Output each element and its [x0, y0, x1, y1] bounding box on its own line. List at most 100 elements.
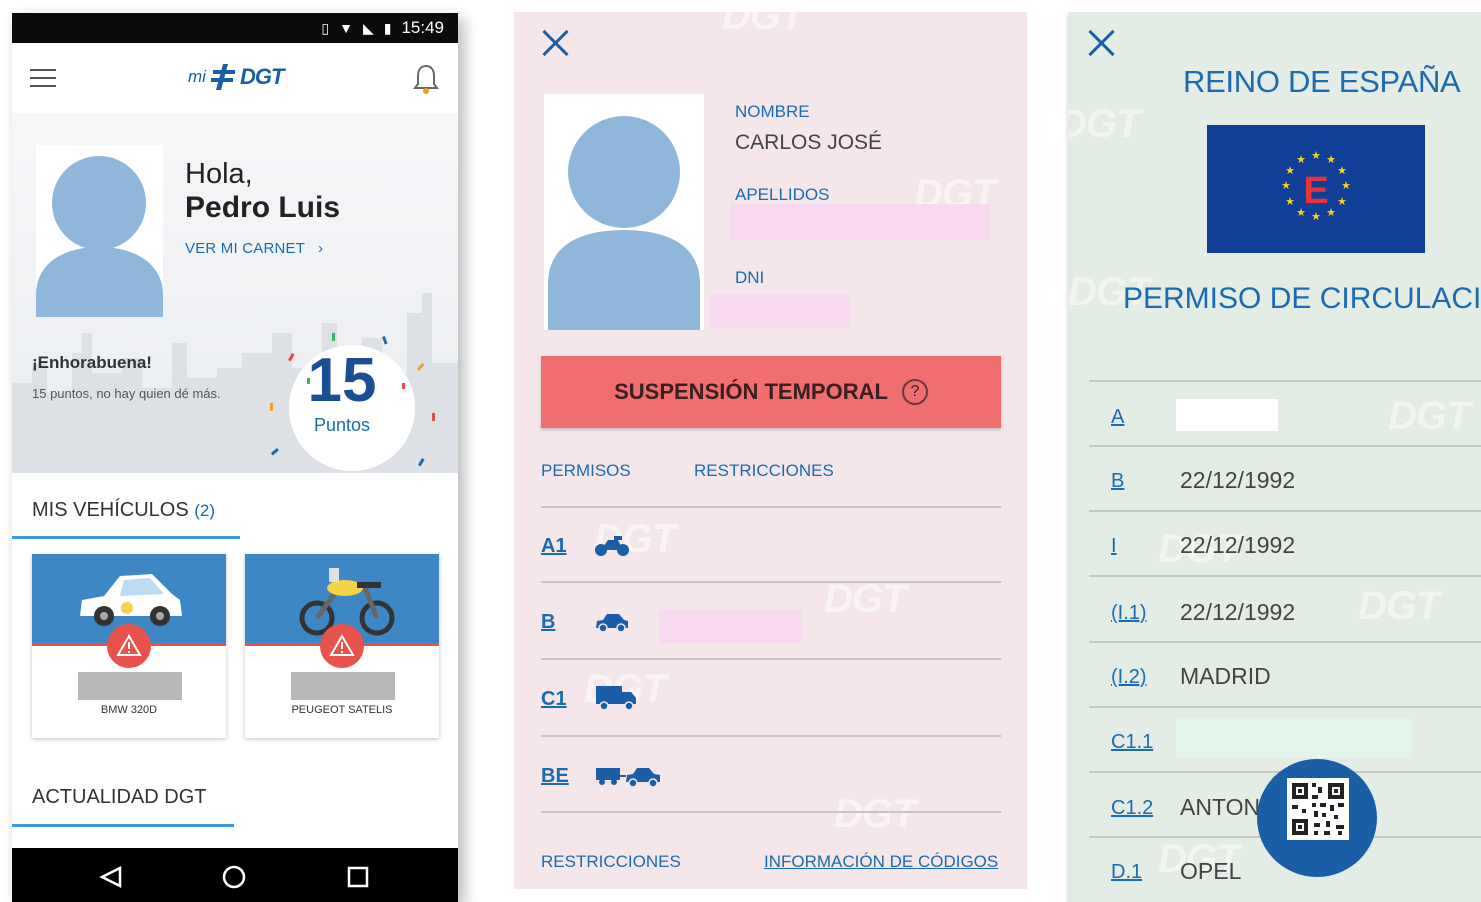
bell-icon[interactable] — [412, 63, 440, 95]
dgt-watermark: DGT — [824, 577, 906, 621]
name-label: NOMBRE — [735, 102, 810, 121]
svg-text:★: ★ — [1311, 149, 1321, 162]
status-bar: ▯ ▼ ◣ ▮ 15:49 — [12, 13, 458, 43]
logo-dgt: DGT — [239, 64, 284, 89]
svg-text:★: ★ — [1285, 164, 1295, 177]
plate-redacted — [78, 672, 182, 700]
vehicle-card-peugeot[interactable]: PEUGEOT SATELIS — [245, 554, 439, 738]
field-code[interactable]: (I.2) — [1111, 666, 1147, 689]
divider — [541, 581, 1001, 583]
android-nav-bar — [12, 848, 458, 902]
tab-permits[interactable]: PERMISOS — [541, 461, 631, 481]
class-b-redacted — [659, 610, 801, 643]
menu-icon[interactable] — [30, 69, 56, 87]
tab-restrictions[interactable]: RESTRICCIONES — [694, 461, 834, 481]
field-code[interactable]: A — [1111, 406, 1124, 429]
circulation-permit-card: DGT DGT DGT DGT DGT DGT REINO DE ESPAÑA … — [1068, 12, 1481, 902]
profile-section: Hola, Pedro Luis VER MI CARNET › ¡Enhora… — [12, 113, 458, 491]
divider — [541, 811, 1001, 813]
logo-mi: mi — [188, 67, 206, 86]
svg-text:★: ★ — [1337, 195, 1347, 208]
divider — [1089, 445, 1481, 447]
news-title[interactable]: ACTUALIDAD DGT — [32, 786, 206, 809]
dgt-watermark: DGT — [1358, 584, 1440, 628]
field-code[interactable]: D.1 — [1111, 861, 1142, 884]
view-card-label: VER MI CARNET — [185, 240, 305, 257]
close-icon[interactable] — [540, 28, 570, 58]
vibrate-icon: ▯ — [321, 19, 330, 36]
class-code-a1[interactable]: A1 — [541, 535, 567, 558]
field-code[interactable]: B — [1111, 470, 1124, 493]
plate-redacted — [291, 672, 395, 700]
country-title: REINO DE ESPAÑA — [1183, 64, 1461, 99]
trailer-car-icon — [596, 768, 660, 788]
motorcycle-icon — [595, 536, 629, 556]
field-value: 22/12/1992 — [1180, 532, 1296, 558]
news-section: ACTUALIDAD DGT — [12, 758, 458, 848]
svg-text:★: ★ — [1341, 179, 1351, 192]
qr-code-button[interactable] — [1257, 759, 1377, 877]
divider — [541, 506, 1001, 508]
field-value: MADRID — [1180, 663, 1271, 689]
field-code[interactable]: C1.1 — [1111, 731, 1153, 754]
dgt-watermark: DGT — [1388, 394, 1470, 438]
divider — [541, 658, 1001, 660]
divider — [1089, 706, 1481, 708]
status-time: 15:49 — [401, 18, 444, 37]
svg-text:★: ★ — [1285, 195, 1295, 208]
divider — [1089, 575, 1481, 577]
field-value: 22/12/1992 — [1180, 467, 1296, 493]
flag-letter: E — [1303, 170, 1328, 212]
field-value: 22/12/1992 — [1180, 599, 1296, 625]
field-code[interactable]: I — [1111, 535, 1117, 558]
class-code-be[interactable]: BE — [541, 765, 569, 788]
svg-text:★: ★ — [1337, 164, 1347, 177]
recents-icon[interactable] — [347, 866, 369, 888]
dgt-watermark: DGT — [1068, 102, 1140, 146]
car-icon — [596, 614, 628, 633]
suspension-label: SUSPENSIÓN TEMPORAL — [614, 379, 888, 404]
suspension-banner[interactable]: SUSPENSIÓN TEMPORAL ? — [541, 356, 1001, 428]
help-icon[interactable]: ? — [901, 379, 928, 405]
points-label: Puntos — [313, 415, 371, 435]
user-avatar — [36, 145, 163, 317]
class-code-c1[interactable]: C1 — [541, 688, 567, 711]
dgt-watermark: DGT — [722, 12, 804, 38]
name-value: CARLOS JOSÉ — [735, 131, 883, 154]
divider — [1089, 641, 1481, 643]
battery-icon: ▮ — [383, 19, 392, 36]
svg-text:★: ★ — [1326, 153, 1336, 166]
wifi-icon: ▼ — [339, 20, 353, 36]
field-value: OPEL — [1180, 858, 1242, 884]
warning-icon — [107, 624, 151, 668]
dgt-logo: mi DGT — [188, 57, 284, 97]
warning-icon — [320, 624, 364, 668]
permit-title: PERMISO DE CIRCULACIÓN — [1123, 282, 1481, 315]
vehicle-card-bmw[interactable]: BMW 320D — [32, 554, 226, 738]
congrats-text: 15 puntos, no hay quien dé más. — [32, 386, 221, 401]
phone-app-screen: ▯ ▼ ◣ ▮ 15:49 mi DGT Hola, Pedro Luis VE… — [12, 13, 458, 902]
code-info-link[interactable]: INFORMACIÓN DE CÓDIGOS — [764, 852, 998, 872]
vehicle-model: BMW 320D — [100, 704, 158, 716]
close-icon[interactable] — [1086, 28, 1116, 58]
surname-label: APELLIDOS — [735, 185, 830, 204]
vehicles-title: MIS VEHÍCULOS (2) — [32, 499, 216, 521]
divider — [1089, 380, 1481, 382]
driving-licence-card: DGT DGT DGT DGT DGT DGT NOMBRE CARLOS JO… — [514, 12, 1027, 889]
view-card-link[interactable]: VER MI CARNET › — [185, 240, 323, 257]
dgt-cross-icon — [210, 64, 235, 90]
field-code[interactable]: C1.2 — [1111, 797, 1153, 820]
no-signal-icon: ◣ — [362, 19, 374, 36]
divider — [541, 735, 1001, 737]
back-icon[interactable] — [99, 865, 122, 889]
greeting: Hola, — [185, 158, 253, 190]
chevron-right-icon: › — [309, 240, 324, 257]
home-icon[interactable] — [222, 865, 246, 889]
restrictions-link[interactable]: RESTRICCIONES — [541, 852, 681, 872]
eu-flag: ★ ★ ★ ★ ★ ★ ★ ★ ★ ★ ★ ★ E — [1207, 125, 1425, 253]
dni-label: DNI — [735, 268, 765, 287]
app-bar: mi DGT — [12, 43, 458, 113]
surname-redacted — [730, 204, 990, 240]
class-code-b[interactable]: B — [541, 611, 555, 634]
field-code[interactable]: (I.1) — [1111, 602, 1147, 625]
